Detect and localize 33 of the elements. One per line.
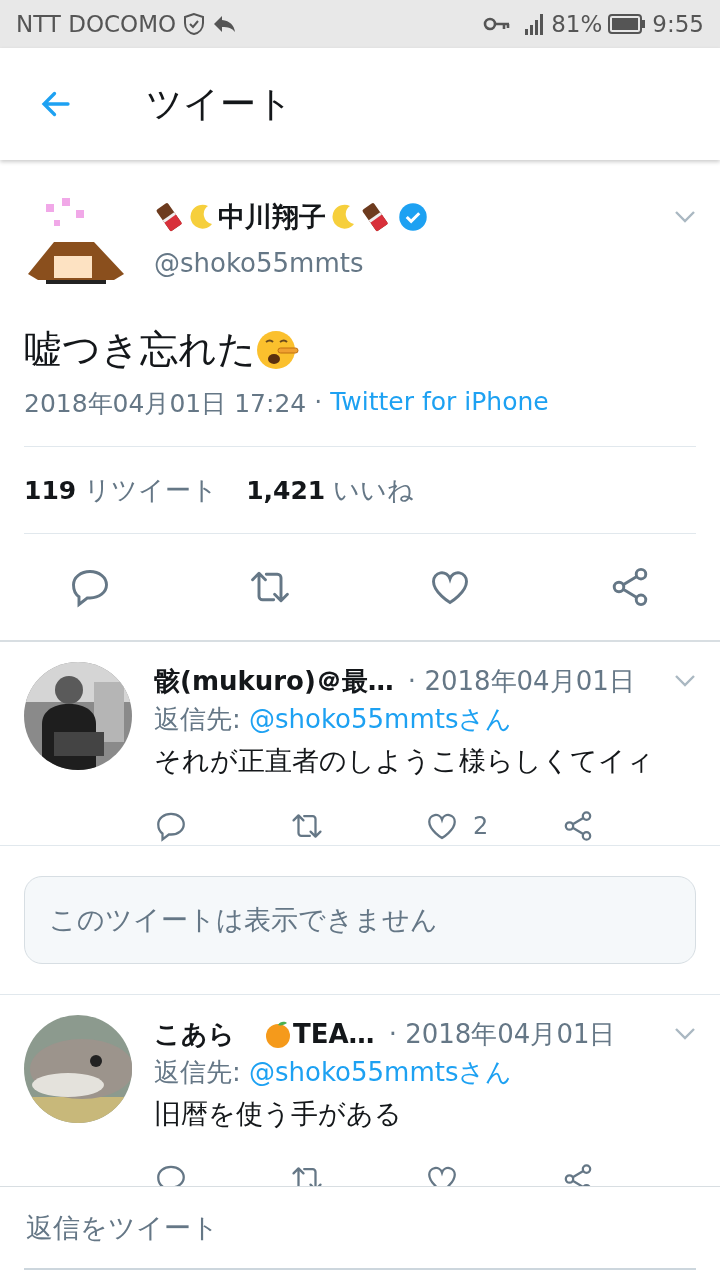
author-name[interactable]: 中川翔子 bbox=[218, 199, 326, 235]
source-link[interactable]: Twitter for iPhone bbox=[330, 387, 549, 420]
retweet-label[interactable]: リツイート bbox=[84, 472, 219, 508]
author-name[interactable]: 骸(mukuro)＠最… bbox=[154, 663, 394, 699]
clock: 9:55 bbox=[652, 11, 704, 37]
reply-arrow-icon bbox=[212, 14, 237, 34]
reply-date: · 2018年04月01日 bbox=[388, 1017, 617, 1051]
like-count: 1,421 bbox=[246, 475, 326, 505]
shield-icon bbox=[182, 12, 207, 36]
mandarin-icon bbox=[263, 1019, 293, 1049]
unavailable-notice: このツイートは表示できません bbox=[24, 876, 696, 964]
retweet-count: 119 bbox=[24, 475, 77, 505]
like-label[interactable]: いいね bbox=[333, 472, 415, 508]
author-name[interactable]: こあら bbox=[154, 1016, 235, 1052]
reply-text: 旧暦を使う手がある bbox=[154, 1097, 403, 1131]
carrier-name: NTT DOCOMO bbox=[16, 11, 177, 37]
reply-text: それが正直者のしようこ様らしくてイィ bbox=[154, 744, 655, 778]
reply-date: · 2018年04月01日 bbox=[407, 664, 636, 698]
battery-icon bbox=[608, 14, 647, 34]
like-count: 2 bbox=[473, 812, 489, 840]
author-name-suffix[interactable]: TEA… bbox=[293, 1019, 375, 1049]
mention-link[interactable]: @shoko55mmtsさん bbox=[249, 704, 513, 734]
reply-to-text: 返信先: @shoko55mmtsさん bbox=[154, 703, 514, 736]
page-title: ツイート bbox=[146, 81, 293, 126]
separator-dot: · bbox=[314, 387, 323, 418]
battery-percent: 81% bbox=[551, 11, 603, 37]
reply-to-text: 返信先: @shoko55mmtsさん bbox=[154, 1056, 514, 1089]
tweet-text: 嘘つき忘れた bbox=[24, 326, 256, 373]
key-icon bbox=[483, 16, 512, 32]
reply-input-field[interactable]: 返信をツイート bbox=[24, 1187, 696, 1270]
tweet-timestamp: 2018年04月01日 17:24 bbox=[24, 388, 307, 420]
mention-link[interactable]: @shoko55mmtsさん bbox=[249, 1057, 513, 1087]
author-handle[interactable]: @shoko55mmts bbox=[154, 248, 696, 278]
